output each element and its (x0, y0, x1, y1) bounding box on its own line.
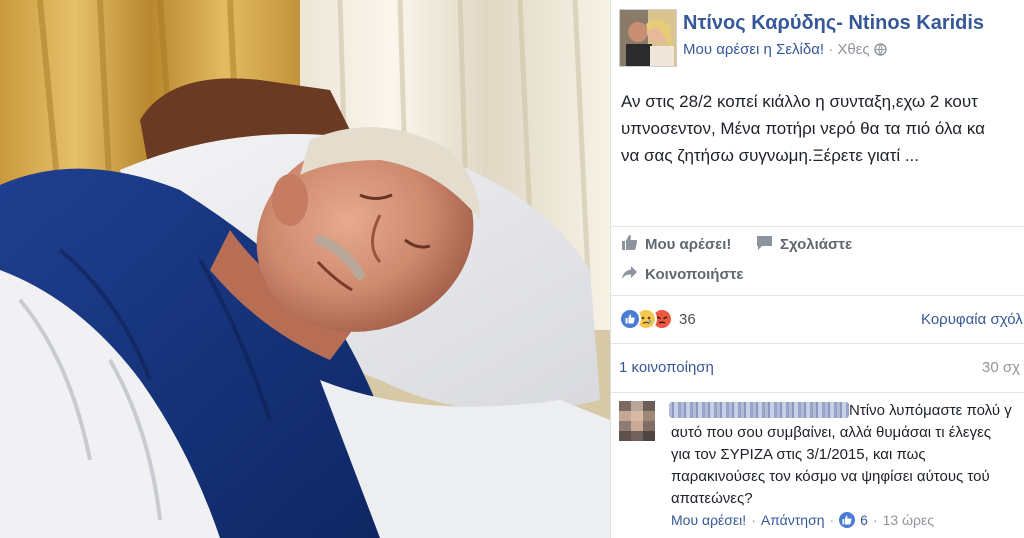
like-label: Μου αρέσει! (645, 236, 732, 253)
share-icon (621, 264, 645, 285)
like-icon (839, 512, 856, 528)
comment-line: αυτό που σου συμβαίνει, αλλά θυμάσαι τι … (671, 424, 992, 441)
comment-line: για τον ΣΥΡΙΖΑ στις 3/1/2015, και πως (671, 446, 926, 463)
commenter-avatar[interactable] (619, 401, 655, 441)
comment-like-link[interactable]: Μου αρέσει! (671, 512, 746, 528)
dot-separator: · (751, 512, 756, 528)
share-label: Κοινοποιήστε (645, 266, 744, 283)
comments-count[interactable]: 30 σχ (982, 359, 1020, 376)
comment-button[interactable]: Σχολιάστε (756, 234, 852, 255)
post-photo[interactable] (0, 0, 610, 538)
meta-separator: · (824, 41, 838, 58)
comment-body: Ντίνο λυπόμαστε πολύ γ αυτό που σου συμβ… (671, 400, 1024, 510)
thumbs-up-icon (621, 234, 645, 255)
page-like-link[interactable]: Μου αρέσει η Σελίδα! (683, 41, 824, 58)
post-panel: Ντίνος Καρύδης- Ntinos Karidis Μου αρέσε… (611, 0, 1024, 538)
comment-line: παρακινούσες τον κόσμο να ψηφίσει αύτους… (671, 468, 990, 485)
comment-actions: Μου αρέσει! · Απάντηση · 6 · 13 ώρες (671, 512, 934, 528)
like-button[interactable]: Μου αρέσει! (621, 234, 731, 255)
dot-separator: · (872, 512, 878, 528)
post-time[interactable]: Χθες (837, 41, 869, 58)
separator (611, 392, 1024, 393)
page-avatar[interactable] (619, 9, 677, 67)
comment-reply-link[interactable]: Απάντηση (761, 512, 825, 528)
post-meta: Μου αρέσει η Σελίδα! · Χθες (683, 41, 887, 60)
post-text-line: υπνοσεντον, Μένα ποτήρι νερό θα τα πιό ό… (621, 119, 985, 138)
shares-count-link[interactable]: 1 κοινοποίηση (619, 359, 714, 376)
comment-label: Σχολιάστε (780, 236, 853, 253)
comment-line: απατεώνες? (671, 490, 753, 507)
reactions-count: 36 (679, 310, 696, 328)
separator (611, 343, 1024, 344)
globe-icon (873, 43, 887, 60)
comment-line: Ντίνο λυπόμαστε πολύ γ (849, 402, 1012, 419)
post-text: Αν στις 28/2 κοπεί κιάλλο η συνταξη,εχω … (621, 88, 1024, 169)
comment-time[interactable]: 13 ώρες (883, 512, 934, 528)
share-button[interactable]: Κοινοποιήστε (621, 264, 744, 285)
comment-icon (756, 234, 780, 255)
comment-like-count[interactable]: 6 (860, 512, 868, 528)
like-icon (619, 308, 641, 330)
separator (611, 295, 1024, 296)
separator (611, 226, 1024, 227)
top-comments-dropdown[interactable]: Κορυφαία σχόλ (921, 311, 1023, 328)
post-text-line: να σας ζητήσω συγνωμη.Ξέρετε γιατί ... (621, 146, 920, 165)
post-author[interactable]: Ντίνος Καρύδης- Ntinos Karidis (683, 12, 984, 35)
dot-separator: · (829, 512, 835, 528)
post-text-line: Αν στις 28/2 κοπεί κιάλλο η συνταξη,εχω … (621, 92, 978, 111)
reactions-summary[interactable]: 36 (619, 308, 696, 330)
